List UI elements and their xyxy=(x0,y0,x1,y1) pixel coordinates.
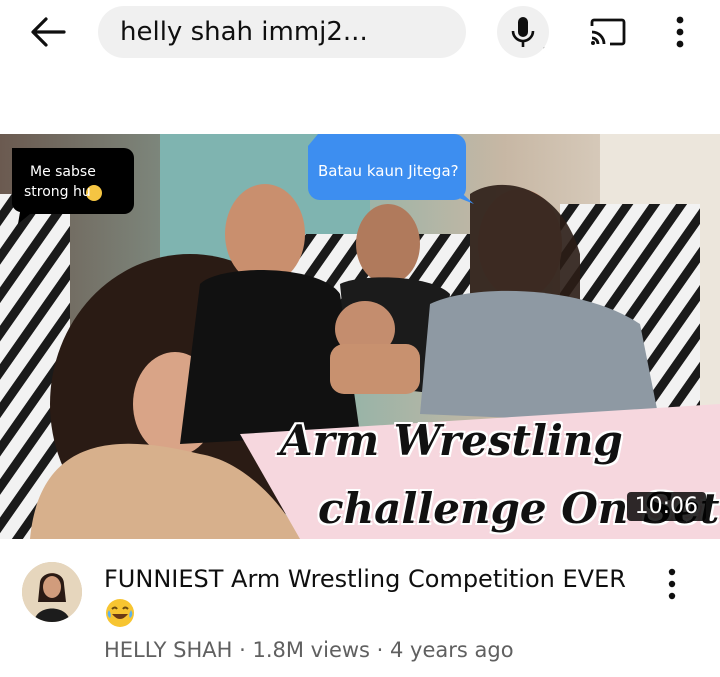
meta-separator: · xyxy=(369,638,391,662)
voice-search-button[interactable] xyxy=(497,6,549,58)
channel-avatar[interactable] xyxy=(22,562,82,622)
more-vertical-icon[interactable] xyxy=(662,566,682,602)
duration-badge: 10:06 xyxy=(626,492,706,521)
arrow-left-icon[interactable] xyxy=(26,12,70,52)
top-bar: helly shah immj2... xyxy=(0,0,720,70)
laughing-tears-emoji xyxy=(106,599,134,627)
microphone-icon xyxy=(511,17,535,47)
bubble-right-text: Batau kaun Jitega? xyxy=(318,162,459,180)
upload-age: 4 years ago xyxy=(390,638,514,662)
search-input[interactable]: helly shah immj2... xyxy=(120,17,368,47)
avatar-image xyxy=(22,562,82,622)
video-thumbnail[interactable]: Me sabse strong hu Batau kaun Jitega? Ar… xyxy=(0,134,720,539)
search-box[interactable]: helly shah immj2... xyxy=(98,6,545,58)
bubble-left-line2: strong hu xyxy=(24,184,91,200)
more-vertical-icon[interactable] xyxy=(670,14,690,50)
thumbnail-caption-line1: Arm Wrestling xyxy=(280,416,623,465)
bubble-left-line1: Me sabse xyxy=(30,164,96,180)
video-title[interactable]: FUNNIEST Arm Wrestling Competition EVER xyxy=(104,562,644,596)
thumbnail-image xyxy=(0,134,720,539)
meta-separator: · xyxy=(232,638,253,662)
channel-name[interactable]: HELLY SHAH xyxy=(104,638,232,662)
cast-icon[interactable] xyxy=(588,16,628,48)
view-count: 1.8M views xyxy=(252,638,370,662)
video-metadata: HELLY SHAH · 1.8M views · 4 years ago xyxy=(104,638,514,662)
